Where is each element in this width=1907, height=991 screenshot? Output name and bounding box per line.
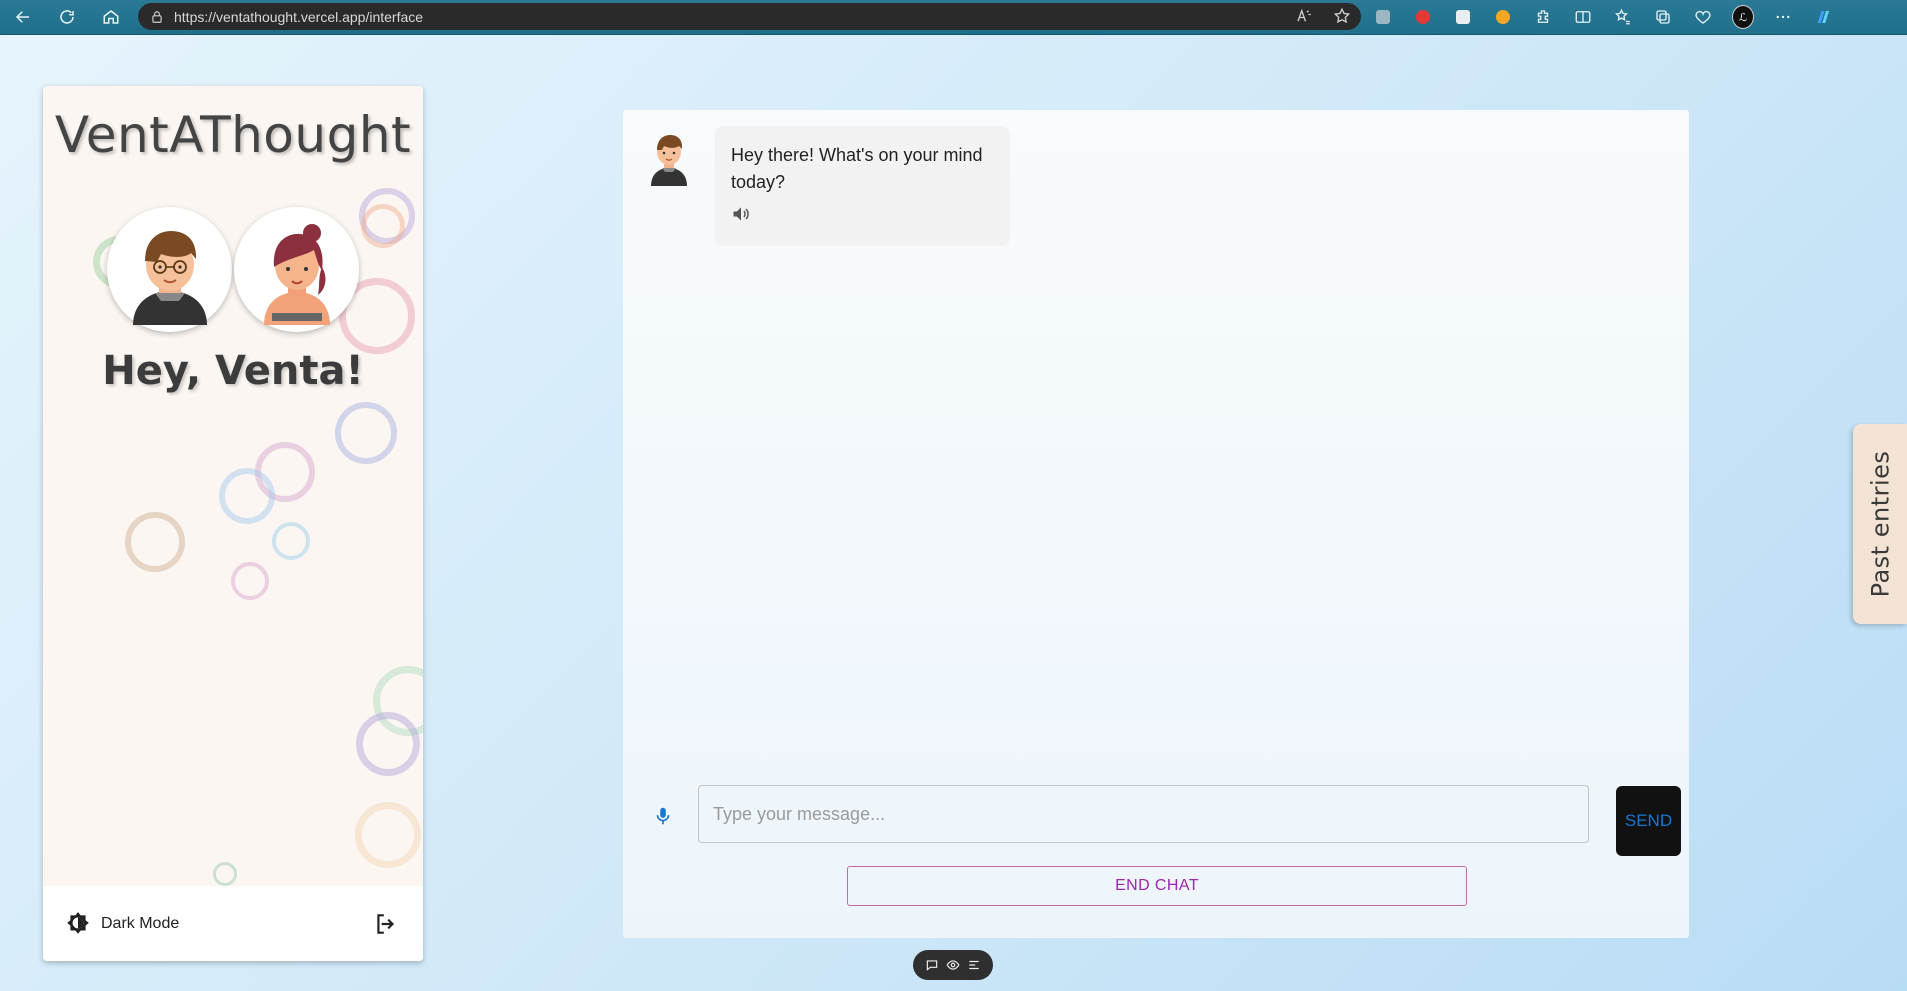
menu-lines-icon bbox=[969, 960, 979, 970]
refresh-icon bbox=[60, 10, 74, 24]
comment-button[interactable] bbox=[925, 958, 939, 972]
extension-2[interactable] bbox=[1412, 6, 1434, 28]
profile-avatar-icon: ℒ bbox=[1732, 5, 1754, 29]
extensions-area: ℒ bbox=[1372, 4, 1834, 30]
dark-mode-toggle[interactable]: Dark Mode bbox=[65, 911, 179, 937]
refresh-button[interactable] bbox=[50, 2, 84, 32]
decorative-bubble bbox=[361, 204, 405, 248]
extension-4[interactable] bbox=[1492, 6, 1514, 28]
message-input[interactable] bbox=[698, 785, 1589, 843]
extension-record-icon bbox=[1416, 10, 1430, 24]
split-screen-icon bbox=[1575, 11, 1591, 23]
decorative-bubble bbox=[356, 712, 420, 776]
eye-icon bbox=[946, 960, 960, 970]
home-button[interactable] bbox=[94, 2, 128, 32]
lock-icon bbox=[152, 10, 162, 23]
browser-toolbar: https://ventathought.vercel.app/interfac… bbox=[0, 0, 1907, 35]
decorative-bubble bbox=[355, 802, 421, 868]
read-message-button[interactable] bbox=[731, 204, 753, 226]
bot-avatar-icon bbox=[651, 135, 687, 186]
more-menu-button[interactable] bbox=[1772, 6, 1794, 28]
copilot-button[interactable] bbox=[1812, 6, 1834, 28]
collections-button[interactable] bbox=[1652, 6, 1674, 28]
view-button[interactable] bbox=[946, 958, 960, 972]
chat-panel: Hey there! What's on your mind today? SE… bbox=[623, 110, 1689, 938]
dark-mode-label: Dark Mode bbox=[101, 914, 180, 932]
split-screen-button[interactable] bbox=[1572, 6, 1594, 28]
profile-button[interactable]: ℒ bbox=[1732, 5, 1754, 29]
address-bar[interactable]: https://ventathought.vercel.app/interfac… bbox=[138, 3, 1361, 30]
url-text: https://ventathought.vercel.app/interfac… bbox=[174, 8, 424, 25]
decorative-bubble bbox=[125, 512, 185, 572]
more-dots-icon bbox=[1776, 15, 1790, 19]
extension-k-icon bbox=[1376, 10, 1390, 24]
end-chat-button[interactable]: END CHAT bbox=[847, 866, 1467, 906]
decorative-bubble bbox=[213, 862, 237, 886]
greeting-text: Hey, Venta! bbox=[102, 348, 364, 394]
browser-essentials-button[interactable] bbox=[1692, 6, 1714, 28]
girl-avatar-icon bbox=[263, 223, 330, 325]
past-entries-label: Past entries bbox=[1866, 450, 1894, 598]
back-arrow-icon bbox=[15, 11, 29, 23]
extension-3[interactable] bbox=[1452, 6, 1474, 28]
logout-button[interactable] bbox=[371, 909, 401, 939]
heart-pulse-icon bbox=[1695, 10, 1711, 24]
puzzle-icon bbox=[1537, 10, 1549, 23]
boy-avatar-icon bbox=[132, 230, 207, 325]
favorites-list-icon bbox=[1615, 8, 1630, 25]
extensions-button[interactable] bbox=[1532, 6, 1554, 28]
floating-toolbar bbox=[913, 950, 993, 980]
girl-avatar[interactable] bbox=[234, 207, 359, 332]
bot-message-text: Hey there! What's on your mind today? bbox=[731, 145, 983, 192]
collections-icon bbox=[1656, 10, 1670, 24]
decorative-bubble bbox=[272, 522, 310, 560]
back-button[interactable] bbox=[6, 2, 40, 32]
sidebar-footer: Dark Mode bbox=[43, 886, 423, 961]
extension-1[interactable] bbox=[1372, 6, 1394, 28]
send-button[interactable]: SEND bbox=[1616, 786, 1681, 856]
decorative-bubble bbox=[335, 402, 397, 464]
decorative-bubble bbox=[231, 562, 269, 600]
copilot-icon bbox=[1817, 11, 1829, 23]
microphone-button[interactable] bbox=[647, 800, 679, 832]
menu-button[interactable] bbox=[967, 958, 981, 972]
favorite-star-icon[interactable] bbox=[1333, 7, 1351, 25]
bot-message-bubble: Hey there! What's on your mind today? bbox=[715, 126, 1010, 246]
app-title: VentAThought bbox=[54, 106, 412, 164]
comment-icon bbox=[926, 960, 937, 971]
decorative-bubble bbox=[219, 468, 275, 524]
brightness-icon bbox=[67, 911, 89, 934]
past-entries-tab[interactable]: Past entries bbox=[1853, 424, 1907, 624]
home-icon bbox=[103, 10, 119, 24]
logout-icon bbox=[377, 913, 395, 934]
speaker-icon bbox=[733, 207, 749, 221]
boy-avatar[interactable] bbox=[107, 207, 232, 332]
read-aloud-icon[interactable] bbox=[1295, 7, 1313, 25]
extension-doc-icon bbox=[1456, 10, 1470, 24]
favorites-button[interactable] bbox=[1612, 6, 1634, 28]
microphone-icon bbox=[656, 807, 670, 825]
extension-face-icon bbox=[1496, 10, 1510, 24]
sidebar-card: VentAThought Hey, Venta! Dark Mode bbox=[43, 86, 423, 961]
